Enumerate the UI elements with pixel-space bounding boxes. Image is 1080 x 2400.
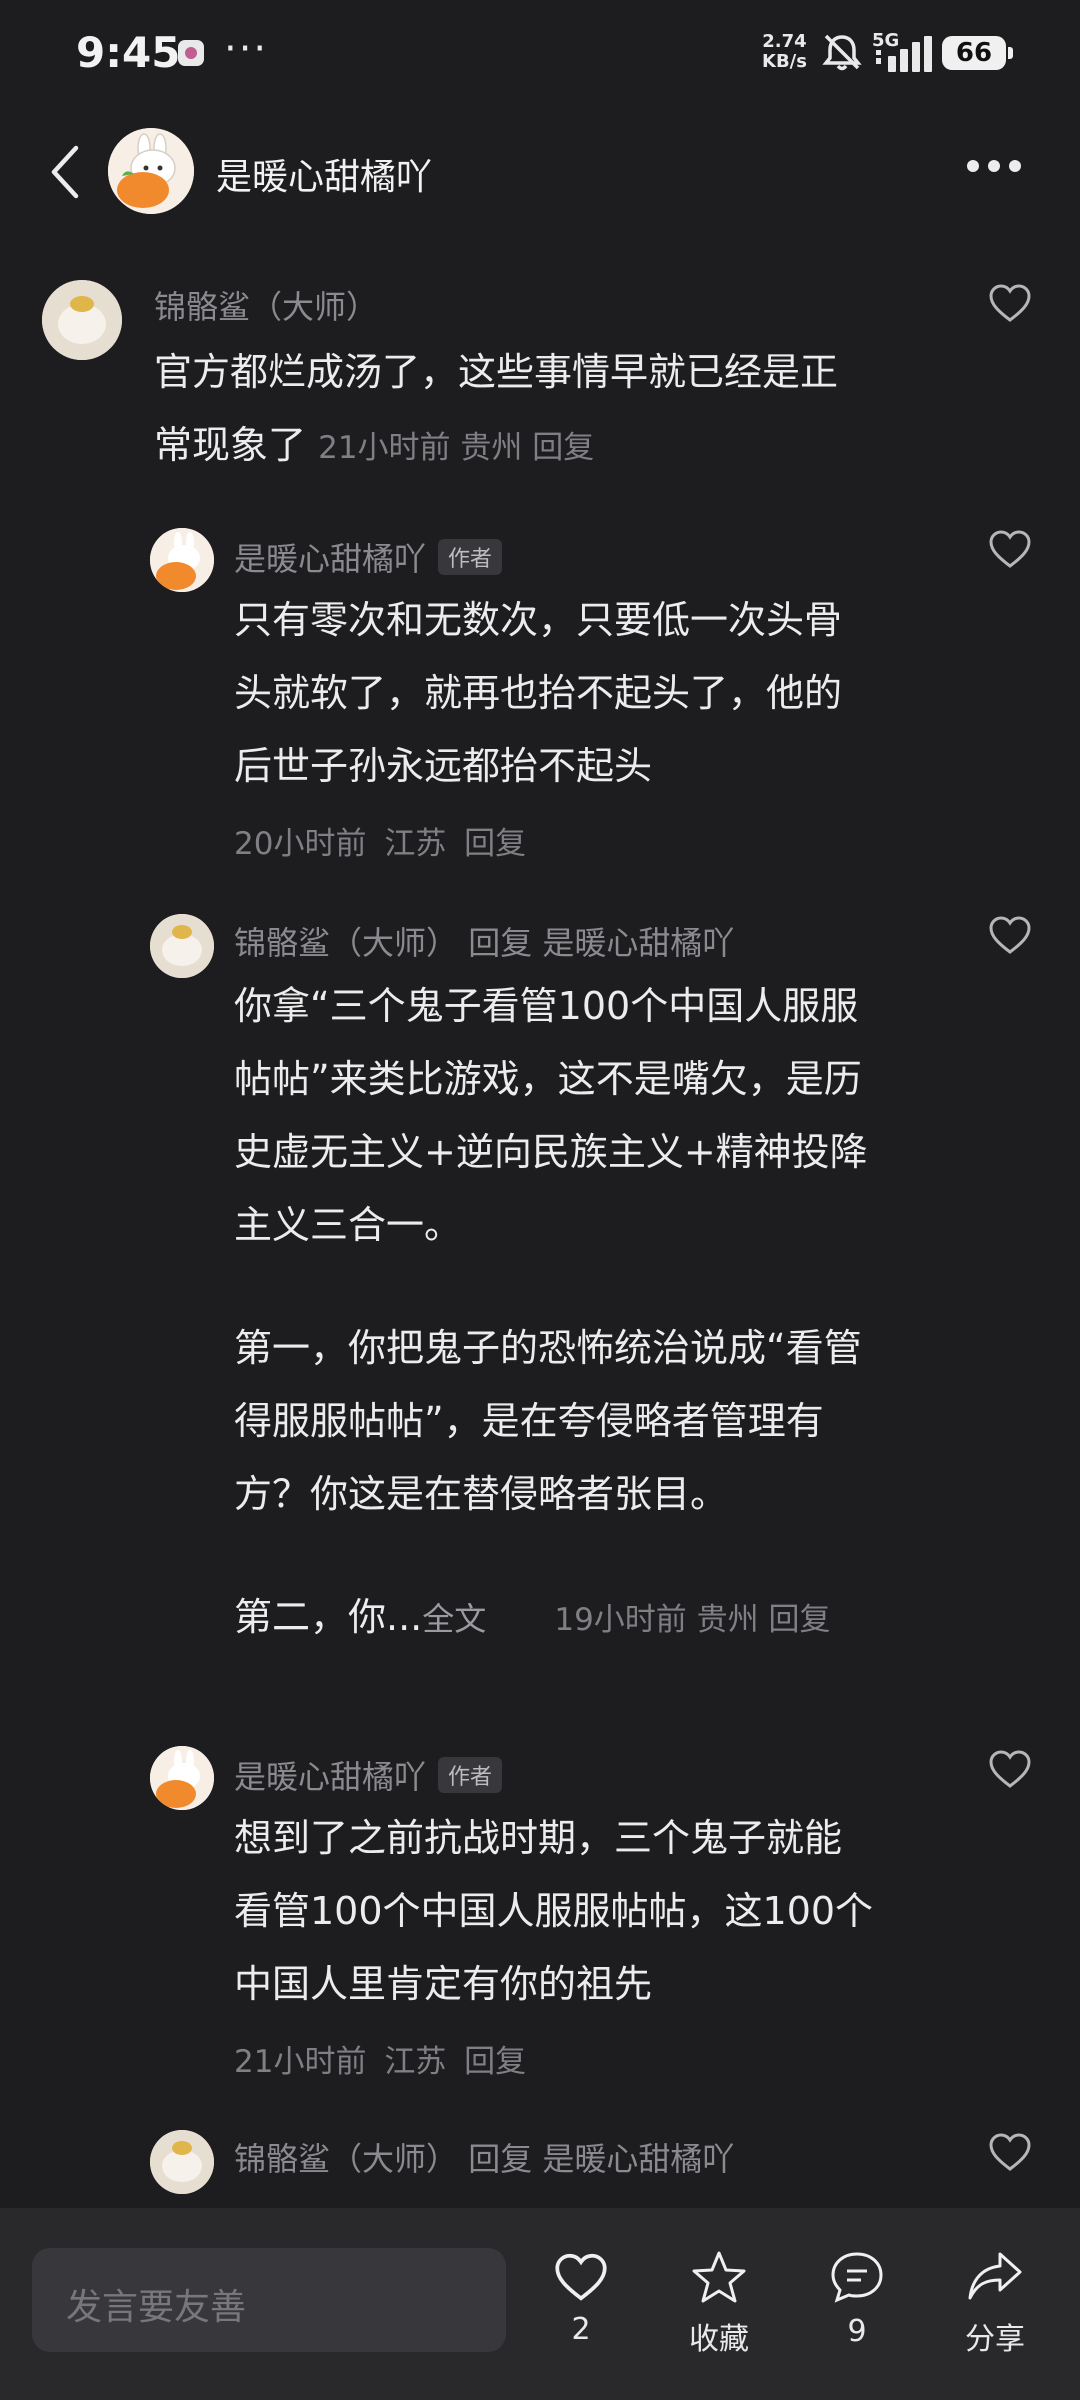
more-horizontal-icon [967,160,1021,172]
like-button[interactable] [988,2132,1032,2176]
like-button[interactable] [988,915,1032,959]
reply-target[interactable]: 是暖心甜橘吖 [542,924,734,962]
expand-full-text-link[interactable]: 全文 [422,1600,486,1638]
avatar[interactable] [150,914,214,978]
avatar[interactable] [42,280,122,360]
heart-icon [989,2133,1031,2171]
star-icon [692,2251,746,2303]
share-button[interactable]: 分享 [935,2250,1055,2358]
comment-meta: 21小时前 江苏 回复 [234,2044,527,2080]
page-title: 是暖心甜橘吖 [216,157,433,198]
status-time: 9:45 [76,28,181,77]
like-button[interactable] [988,283,1032,327]
comment-text: 你拿“三个鬼子看管100个中国人服服 帖帖”来类比游戏，这不是嘴欠，是历 史虚无… [234,984,868,1639]
mute-bell-icon [820,32,864,76]
avatar[interactable] [150,2130,214,2194]
comment-username[interactable]: 锦骼鲨（大师） [154,282,378,328]
comment-username: 锦骼鲨（大师） 回复 是暖心甜橘吖 [234,924,735,962]
avatar[interactable] [150,1746,214,1810]
comment-meta: 20小时前 江苏 回复 [234,826,527,862]
comment-text: 官方都烂成汤了，这些事情早就已经是正 常现象了 21小时前 贵州 回复 [154,350,839,467]
like-button[interactable] [988,529,1032,573]
comment-username: 是暖心甜橘吖 作者 [234,1752,503,1798]
reply-link[interactable]: 回复 [464,826,526,862]
author-badge: 作者 [438,539,503,575]
like-post-button[interactable]: 2 [521,2252,641,2347]
heart-icon [555,2253,607,2301]
avatar[interactable] [150,528,214,592]
network-speed-value: 2.74 [762,31,807,52]
comment-bubble-icon [831,2252,883,2303]
signal-strength-icon [876,36,932,76]
heart-icon [989,284,1031,322]
comment-count: 9 [847,2314,867,2349]
comment-text: 想到了之前抗战时期，三个鬼子就能 看管100个中国人服服帖帖，这100个 中国人… [234,1816,874,2006]
favorite-button[interactable]: 收藏 [659,2250,779,2358]
share-label: 分享 [965,2322,1025,2357]
network-speed: 2.74 KB/s [762,32,807,72]
network-speed-unit: KB/s [762,51,807,72]
reply-link[interactable]: 回复 [769,1602,831,1638]
chevron-left-icon [51,145,79,199]
like-count: 2 [571,2312,591,2347]
share-arrow-icon [968,2252,1022,2300]
comment-input-placeholder[interactable]: 发言要友善 [66,2278,246,2330]
comment-meta: 21小时前 贵州 回复 [318,430,595,466]
reply-target[interactable]: 是暖心甜橘吖 [542,2140,734,2178]
heart-icon [989,1750,1031,1788]
author-badge: 作者 [438,1757,503,1793]
more-notifications-indicator: ··· [224,26,269,72]
reply-link[interactable]: 回复 [532,430,594,466]
comment-meta: 19小时前 贵州 回复 [554,1602,831,1638]
like-button[interactable] [988,1749,1032,1793]
app-notification-icon [178,40,204,66]
author-avatar[interactable] [108,128,194,214]
comment-text: 只有零次和无数次，只要低一次头骨 头就软了，就再也抬不起头了，他的 后世子孙永远… [234,598,843,788]
reply-link[interactable]: 回复 [464,2044,526,2080]
battery-indicator: 66 [942,36,1013,70]
comment-button[interactable]: 9 [797,2250,917,2349]
comment-username: 是暖心甜橘吖 作者 [234,534,503,580]
more-options-button[interactable] [966,158,1022,177]
favorite-label: 收藏 [689,2322,749,2357]
comment-username: 锦骼鲨（大师） 回复 是暖心甜橘吖 [234,2140,735,2178]
heart-icon [989,530,1031,568]
heart-icon [989,916,1031,954]
back-button[interactable] [48,144,82,204]
